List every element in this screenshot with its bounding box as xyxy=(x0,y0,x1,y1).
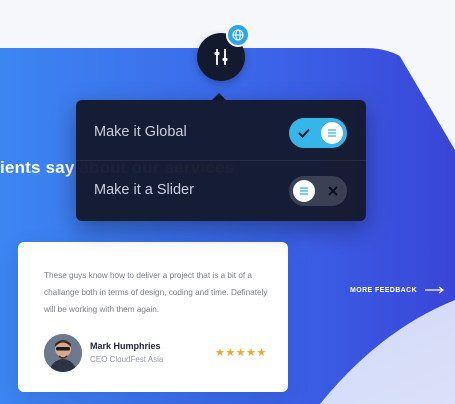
testimonial-quote: These guys know how to deliver a project… xyxy=(44,271,268,314)
slider-toggle[interactable] xyxy=(289,176,347,206)
rating-stars: ★★★★★ xyxy=(215,347,267,359)
avatar xyxy=(44,334,82,372)
author-name: Mark Humphries xyxy=(90,341,161,351)
page: ients say about our services MORE FEEDBA… xyxy=(0,0,455,404)
globe-icon xyxy=(232,29,244,41)
toggle-knob xyxy=(293,180,315,202)
arrow-right-icon xyxy=(425,286,445,294)
more-feedback-label: MORE FEEDBACK xyxy=(350,286,418,294)
globe-badge[interactable] xyxy=(226,23,250,47)
menu-icon xyxy=(300,187,308,195)
menu-icon xyxy=(328,129,336,137)
slider-option-row: Make it a Slider xyxy=(76,160,366,218)
global-option-row: Make it Global xyxy=(76,103,366,161)
global-option-label: Make it Global xyxy=(94,124,187,140)
check-icon xyxy=(296,125,312,141)
slider-option-label: Make it a Slider xyxy=(94,182,194,198)
testimonial-card: These guys know how to deliver a project… xyxy=(18,242,288,392)
author-role: CEO CloudFest Asia xyxy=(90,355,164,364)
more-feedback-link[interactable]: MORE FEEDBACK xyxy=(350,286,445,294)
settings-popover: Make it Global Make it a Slider xyxy=(76,100,366,221)
toggle-knob xyxy=(321,122,343,144)
close-icon xyxy=(325,183,341,199)
sliders-icon xyxy=(214,49,228,65)
global-toggle[interactable] xyxy=(289,118,347,148)
